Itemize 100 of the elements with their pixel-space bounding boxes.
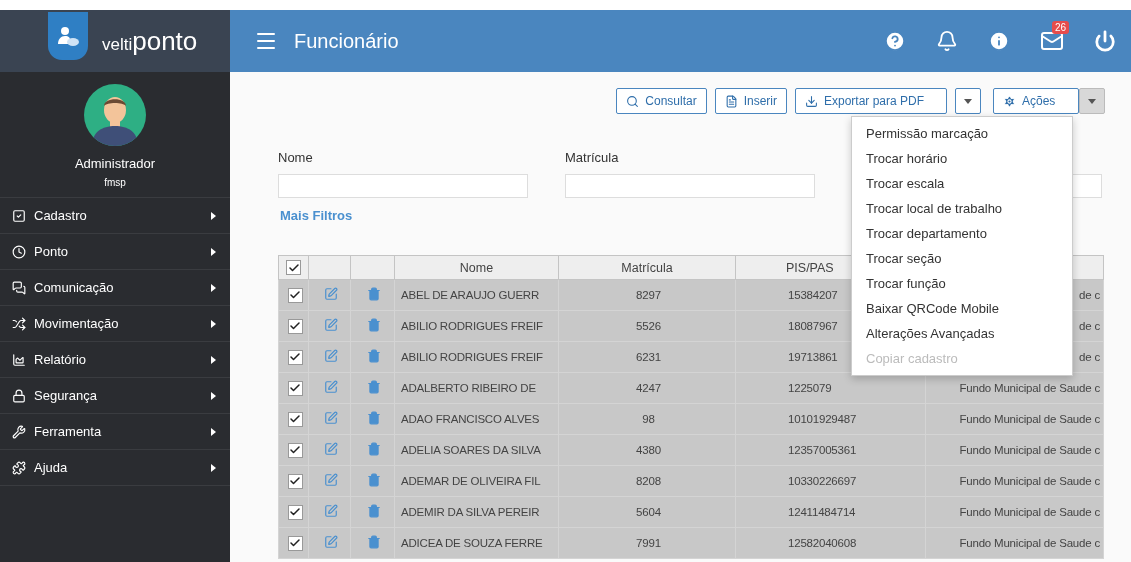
table-cell: ADEMAR DE OLIVEIRA FIL: [394, 465, 559, 497]
checkbox[interactable]: [286, 260, 301, 276]
power-icon[interactable]: [1094, 30, 1116, 52]
lock-icon: [12, 388, 26, 403]
puzzle-icon: [12, 460, 26, 475]
caret-icon: [211, 391, 216, 400]
table-cell: ADELIA SOARES DA SILVA: [394, 434, 559, 466]
edit-icon[interactable]: [324, 380, 338, 394]
menu-item[interactable]: Trocar local de trabalho: [852, 196, 1072, 221]
table-cell: ADALBERTO RIBEIRO DE: [394, 372, 559, 404]
mail-icon[interactable]: [1040, 29, 1064, 53]
table-cell: 10101929487: [735, 403, 926, 435]
caret-icon: [1088, 98, 1096, 104]
checkbox[interactable]: [287, 411, 303, 427]
shuffle-icon: [12, 316, 26, 331]
gear-icon: [1003, 94, 1016, 108]
trash-icon[interactable]: [367, 287, 381, 301]
table-cell: ADEMIR DA SILVA PEREIR: [394, 496, 559, 528]
bell-icon[interactable]: [936, 30, 958, 52]
table-cell: 8208: [558, 465, 736, 497]
caret-icon: [211, 355, 216, 364]
trash-icon[interactable]: [367, 535, 381, 549]
insert-button[interactable]: Inserir: [714, 88, 787, 114]
column-header[interactable]: Matrícula: [558, 255, 736, 280]
brand-name: veltiponto: [102, 25, 198, 57]
table-cell: 5604: [558, 496, 736, 528]
help-icon[interactable]: [884, 30, 906, 52]
info-icon[interactable]: [988, 30, 1010, 52]
clock-icon: [12, 244, 26, 259]
trash-icon[interactable]: [367, 318, 381, 332]
trash-icon[interactable]: [367, 442, 381, 456]
table-cell: ADICEA DE SOUZA FERRE: [394, 527, 559, 559]
user-org: fmsp: [104, 177, 126, 188]
caret-icon: [211, 211, 216, 220]
trash-icon[interactable]: [367, 411, 381, 425]
edit-icon[interactable]: [324, 535, 338, 549]
table-cell: 12411484714: [735, 496, 926, 528]
chat-icon: [12, 280, 26, 295]
edit-icon[interactable]: [324, 411, 338, 425]
checkbox[interactable]: [287, 349, 303, 365]
trash-icon[interactable]: [367, 380, 381, 394]
trash-icon[interactable]: [367, 473, 381, 487]
edit-icon[interactable]: [324, 504, 338, 518]
caret-button[interactable]: [955, 88, 981, 114]
table-cell: Fundo Municipal de Saude c: [925, 527, 1104, 559]
filter-field[interactable]: [278, 174, 528, 198]
checkbox[interactable]: [287, 287, 303, 303]
edit-icon[interactable]: [324, 442, 338, 456]
caret-icon: [211, 427, 216, 436]
checkbox[interactable]: [287, 473, 303, 489]
edit-icon[interactable]: [324, 318, 338, 332]
table-cell: ABEL DE ARAUJO GUERR: [394, 279, 559, 311]
checkbox[interactable]: [287, 380, 303, 396]
caret-icon: [211, 247, 216, 256]
table-cell: Fundo Municipal de Saude c: [925, 403, 1104, 435]
logo-icon: [48, 12, 88, 60]
menu-item[interactable]: Trocar horário: [852, 146, 1072, 171]
search-icon: [626, 94, 640, 108]
chart-icon: [12, 352, 26, 367]
caret-button[interactable]: [1079, 88, 1105, 114]
page-title: Funcionário: [294, 29, 400, 53]
menu-item[interactable]: Permissão marcação: [852, 121, 1072, 146]
filter-field[interactable]: [565, 174, 815, 198]
table-cell: ABILIO RODRIGUES FREIF: [394, 310, 559, 342]
document-icon: [724, 94, 738, 108]
table-cell: Fundo Municipal de Saude c: [925, 434, 1104, 466]
menu-item[interactable]: Trocar escala: [852, 171, 1072, 196]
edit-icon[interactable]: [324, 473, 338, 487]
edit-icon[interactable]: [324, 349, 338, 363]
table-cell: 5526: [558, 310, 736, 342]
checkbox[interactable]: [287, 504, 303, 520]
wrench-icon: [12, 424, 26, 439]
table-cell: 4247: [558, 372, 736, 404]
edit-icon[interactable]: [324, 287, 338, 301]
export-button[interactable]: Exportar para PDF: [795, 88, 947, 114]
table-cell: ADAO FRANCISCO ALVES: [394, 403, 559, 435]
table-cell: 8297: [558, 279, 736, 311]
table-cell: 12582040608: [735, 527, 926, 559]
trash-icon[interactable]: [367, 504, 381, 518]
table-cell: Fundo Municipal de Saude c: [925, 465, 1104, 497]
menu-item[interactable]: Trocar departamento: [852, 221, 1072, 246]
caret-icon: [964, 98, 972, 104]
caret-icon: [211, 283, 216, 292]
checkbox[interactable]: [287, 318, 303, 334]
checkbox[interactable]: [287, 442, 303, 458]
trash-icon[interactable]: [367, 349, 381, 363]
actions-button[interactable]: Ações: [993, 88, 1079, 114]
search-button[interactable]: Consultar: [616, 88, 707, 114]
field-label: Matrícula: [565, 150, 620, 165]
table-cell: 12357005361: [735, 434, 926, 466]
download-icon: [805, 94, 818, 108]
table-cell: ABILIO RODRIGUES FREIF: [394, 341, 559, 373]
user-name: Administrador: [74, 156, 156, 171]
table-cell: 98: [558, 403, 736, 435]
table-cell: 6231: [558, 341, 736, 373]
column-header[interactable]: Nome: [394, 255, 559, 280]
table-cell: 7991: [558, 527, 736, 559]
mail-badge: 26: [1051, 21, 1069, 34]
field-label: Nome: [278, 150, 314, 165]
checkbox[interactable]: [287, 535, 303, 551]
